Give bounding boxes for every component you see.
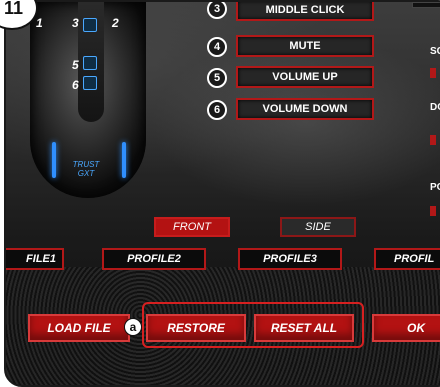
mouse-number-6: 6 xyxy=(72,78,79,92)
profile-button-3[interactable]: PROFILE3 xyxy=(238,248,342,270)
side-label-sc: SC xyxy=(430,46,440,57)
mouse-number-5: 5 xyxy=(72,58,79,72)
assign-number-4: 4 xyxy=(207,37,227,57)
side-label-do: DO xyxy=(430,102,440,113)
front-view-button[interactable]: FRONT xyxy=(154,217,230,237)
step-badge-number: 11 xyxy=(4,0,24,18)
mouse-number-2: 2 xyxy=(112,16,119,30)
mouse-logo: TRUST GXT xyxy=(72,160,100,178)
assign-button-volume-down[interactable]: VOLUME DOWN xyxy=(236,98,374,120)
profile-button-2[interactable]: PROFILE2 xyxy=(102,248,206,270)
side-label-po: PO xyxy=(430,182,440,193)
profile-button-1[interactable]: FILE1 xyxy=(6,248,64,270)
assign-number-5: 5 xyxy=(207,68,227,88)
app-window: 1 3 2 5 6 TRUST GXT 3 MIDDLE CLICK 4 MUT… xyxy=(4,0,440,387)
mouse-button-3[interactable] xyxy=(83,18,97,32)
assign-button-mute[interactable]: MUTE xyxy=(236,35,374,57)
mouse-illustration: 1 3 2 5 6 TRUST GXT xyxy=(30,2,146,198)
side-knob-po[interactable] xyxy=(430,206,436,216)
mouse-led-right xyxy=(122,142,126,178)
mouse-led-left xyxy=(52,142,56,178)
load-file-button[interactable]: LOAD FILE xyxy=(28,314,130,342)
mouse-number-1: 1 xyxy=(36,16,43,30)
assign-button-middle-click[interactable]: MIDDLE CLICK xyxy=(236,2,374,21)
mouse-button-6[interactable] xyxy=(83,76,97,90)
callout-highlight-box xyxy=(142,302,364,348)
side-knob-do[interactable] xyxy=(430,135,436,145)
side-knob-sc[interactable] xyxy=(430,68,436,78)
mouse-button-5[interactable] xyxy=(83,56,97,70)
assign-button-volume-up[interactable]: VOLUME UP xyxy=(236,66,374,88)
callout-marker: a xyxy=(124,318,142,336)
ok-button[interactable]: OK xyxy=(372,314,440,342)
assign-number-6: 6 xyxy=(207,100,227,120)
side-slider-top[interactable] xyxy=(412,2,440,8)
assign-number-3: 3 xyxy=(207,2,227,19)
mouse-number-3: 3 xyxy=(72,16,79,30)
profile-button-4[interactable]: PROFIL xyxy=(374,248,440,270)
side-view-button[interactable]: SIDE xyxy=(280,217,356,237)
